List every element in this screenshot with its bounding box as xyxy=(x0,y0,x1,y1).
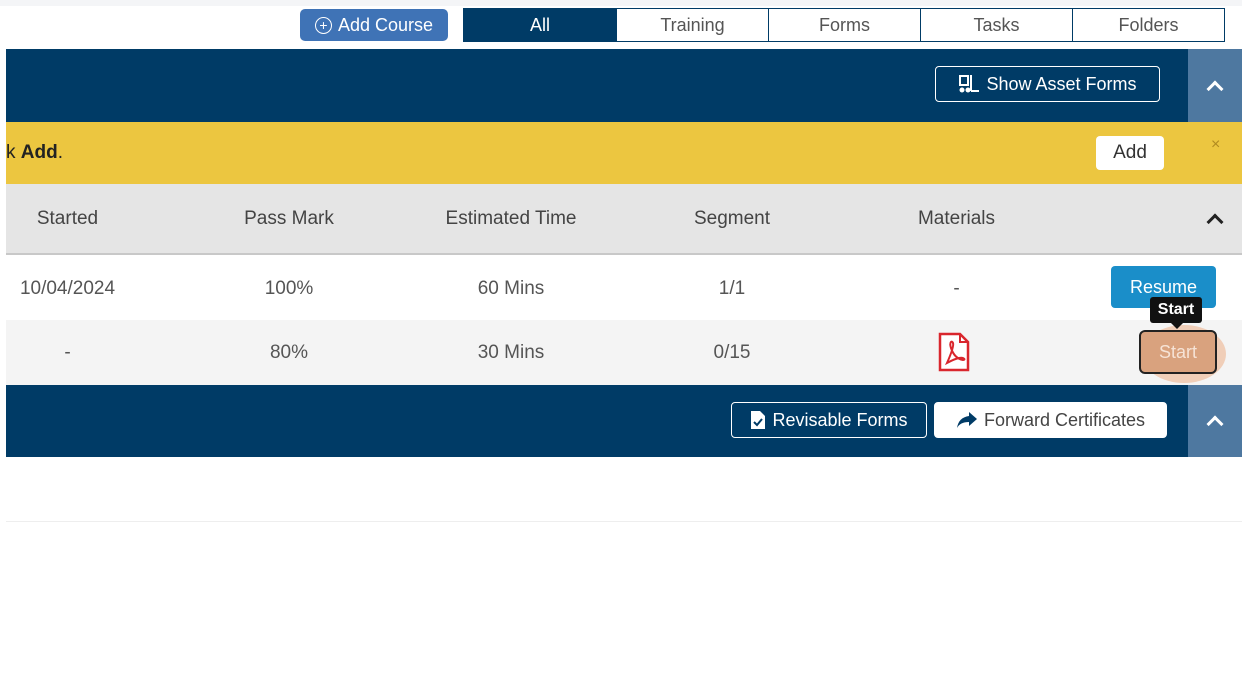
close-icon[interactable]: × xyxy=(1211,136,1220,154)
cell-segment: 0/15 xyxy=(713,342,751,363)
cell-pass-mark: 100% xyxy=(264,278,314,299)
cell-materials: - xyxy=(953,278,960,299)
table-row: 10/04/2024 100% 60 Mins 1/1 - Resume xyxy=(6,256,1242,320)
chevron-up-icon xyxy=(1206,80,1224,97)
notice-add-button[interactable]: Add xyxy=(1096,136,1164,170)
forward-certificates-label: Forward Certificates xyxy=(983,409,1146,430)
header-estimated-time: Estimated Time xyxy=(445,208,577,229)
forward-certificates-button[interactable]: Forward Certificates xyxy=(934,402,1167,438)
share-arrow-icon xyxy=(956,412,977,428)
show-asset-forms-button[interactable]: Show Asset Forms xyxy=(935,66,1160,102)
cell-started: 10/04/2024 xyxy=(19,278,116,299)
header-materials: Materials xyxy=(917,208,996,229)
tab-tasks[interactable]: Tasks xyxy=(920,9,1072,41)
header-started: Started xyxy=(36,208,99,229)
cell-segment: 1/1 xyxy=(718,278,746,299)
pdf-icon[interactable] xyxy=(937,332,971,372)
cell-pass-mark: 80% xyxy=(269,342,309,363)
add-course-button[interactable]: + Add Course xyxy=(300,9,448,41)
start-button[interactable]: Start xyxy=(1139,330,1217,374)
section-header-forms: Revisable Forms Forward Certificates xyxy=(6,385,1242,457)
tab-folders[interactable]: Folders xyxy=(1072,9,1224,41)
revisable-forms-button[interactable]: Revisable Forms xyxy=(731,402,927,438)
collapse-table-button[interactable] xyxy=(1188,184,1242,253)
notice-text: k Add. xyxy=(6,142,63,164)
tab-training[interactable]: Training xyxy=(616,9,768,41)
cell-started: - xyxy=(64,342,71,363)
cell-estimated-time: 30 Mins xyxy=(477,342,545,363)
table-header: Started Pass Mark Estimated Time Segment… xyxy=(6,184,1242,255)
header-pass-mark: Pass Mark xyxy=(244,208,334,229)
forklift-icon xyxy=(959,75,980,93)
section-header-courses: Show Asset Forms xyxy=(6,49,1242,122)
filter-tabs: All Training Forms Tasks Folders xyxy=(463,8,1225,42)
empty-section-body xyxy=(6,457,1242,522)
notice-text-bold: Add xyxy=(20,142,58,163)
table-row: - 80% 30 Mins 0/15 Start xyxy=(6,320,1242,385)
add-circle-icon: + xyxy=(314,16,332,34)
tab-forms[interactable]: Forms xyxy=(768,9,920,41)
notice-text-prefix: k xyxy=(6,142,21,163)
notice-banner: k Add. Add × xyxy=(6,122,1242,184)
cell-estimated-time: 60 Mins xyxy=(477,278,545,299)
tab-all[interactable]: All xyxy=(464,9,616,41)
collapse-section-button[interactable] xyxy=(1188,49,1242,122)
show-asset-forms-label: Show Asset Forms xyxy=(986,73,1137,94)
add-course-label: Add Course xyxy=(337,14,434,35)
chevron-up-icon xyxy=(1206,415,1224,433)
file-check-icon xyxy=(751,411,766,429)
chevron-up-icon xyxy=(1206,213,1224,230)
notice-text-suffix: . xyxy=(57,142,63,163)
revisable-forms-label: Revisable Forms xyxy=(772,409,908,430)
header-segment: Segment xyxy=(693,208,771,229)
collapse-section-button[interactable] xyxy=(1188,385,1242,457)
start-tooltip: Start xyxy=(1150,297,1202,329)
